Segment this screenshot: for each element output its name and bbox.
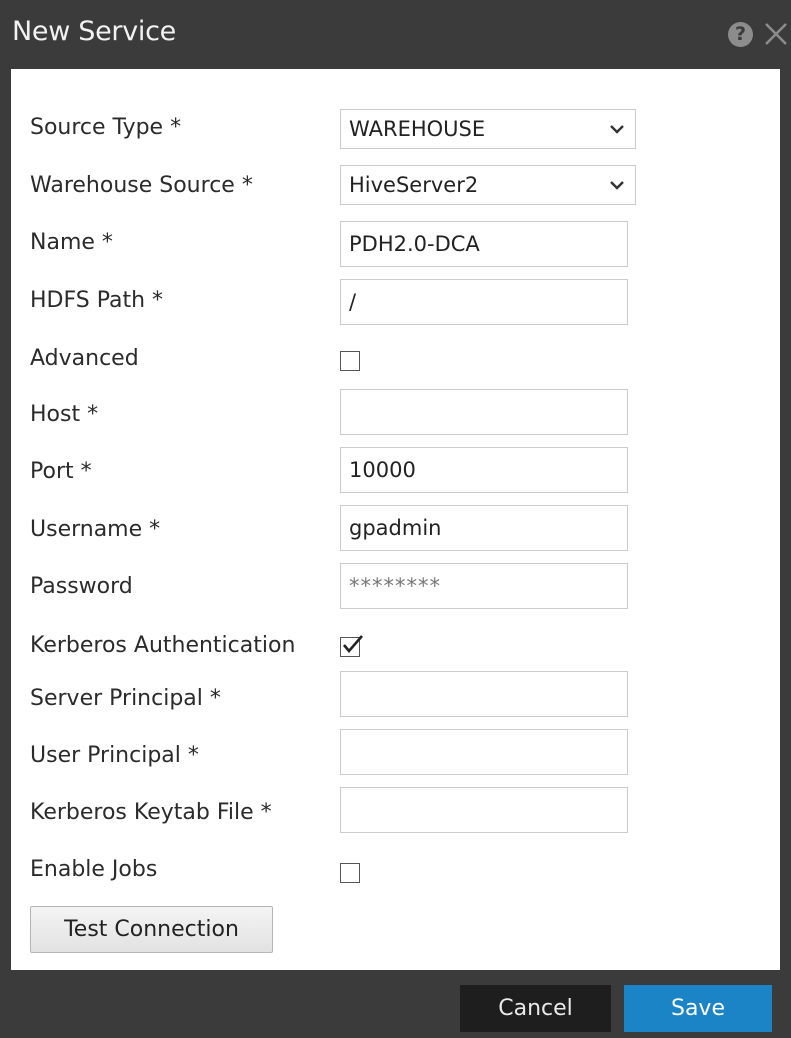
new-service-dialog: New Service ? Source Type * WAREHOUSE Wa…: [0, 0, 791, 1038]
dialog-footer: Cancel Save: [0, 970, 791, 1038]
dialog-border-right: [780, 69, 791, 970]
password-label: Password: [30, 574, 133, 599]
name-input[interactable]: PDH2.0-DCA: [340, 221, 628, 267]
checkmark-icon: [343, 635, 363, 654]
server-principal-label: Server Principal *: [30, 686, 221, 711]
kerberos-keytab-file-label: Kerberos Keytab File *: [30, 800, 272, 825]
close-icon[interactable]: [762, 20, 790, 48]
dialog-title: New Service: [12, 16, 176, 47]
hdfs-path-label: HDFS Path *: [30, 288, 164, 313]
enable-jobs-label: Enable Jobs: [30, 857, 158, 882]
advanced-checkbox[interactable]: [340, 351, 360, 371]
chevron-down-icon: [610, 181, 624, 190]
test-connection-button[interactable]: Test Connection: [30, 906, 273, 953]
name-label: Name *: [30, 230, 113, 255]
host-input[interactable]: [340, 389, 628, 435]
kerberos-keytab-file-input[interactable]: [340, 787, 628, 833]
server-principal-input[interactable]: [340, 671, 628, 717]
username-input[interactable]: gpadmin: [340, 505, 628, 551]
cancel-button[interactable]: Cancel: [460, 985, 611, 1032]
save-button[interactable]: Save: [624, 985, 772, 1032]
kerberos-authentication-label: Kerberos Authentication: [30, 633, 296, 658]
source-type-label: Source Type *: [30, 115, 182, 140]
port-label: Port *: [30, 459, 92, 484]
kerberos-authentication-checkbox[interactable]: [340, 635, 363, 657]
host-label: Host *: [30, 402, 99, 427]
port-input[interactable]: 10000: [340, 447, 628, 493]
warehouse-source-select[interactable]: HiveServer2: [340, 165, 636, 205]
dialog-border-left: [0, 69, 11, 970]
warehouse-source-value: HiveServer2: [349, 173, 479, 197]
warehouse-source-label: Warehouse Source *: [30, 173, 253, 198]
advanced-label: Advanced: [30, 346, 139, 371]
hdfs-path-input[interactable]: /: [340, 279, 628, 325]
source-type-select[interactable]: WAREHOUSE: [340, 109, 636, 149]
enable-jobs-checkbox[interactable]: [340, 863, 360, 883]
chevron-down-icon: [610, 125, 624, 134]
source-type-value: WAREHOUSE: [349, 117, 486, 141]
help-icon[interactable]: ?: [728, 22, 753, 47]
username-label: Username *: [30, 517, 161, 542]
password-input[interactable]: ********: [340, 563, 628, 609]
user-principal-input[interactable]: [340, 729, 628, 775]
dialog-titlebar: New Service ?: [0, 0, 791, 69]
user-principal-label: User Principal *: [30, 743, 199, 768]
